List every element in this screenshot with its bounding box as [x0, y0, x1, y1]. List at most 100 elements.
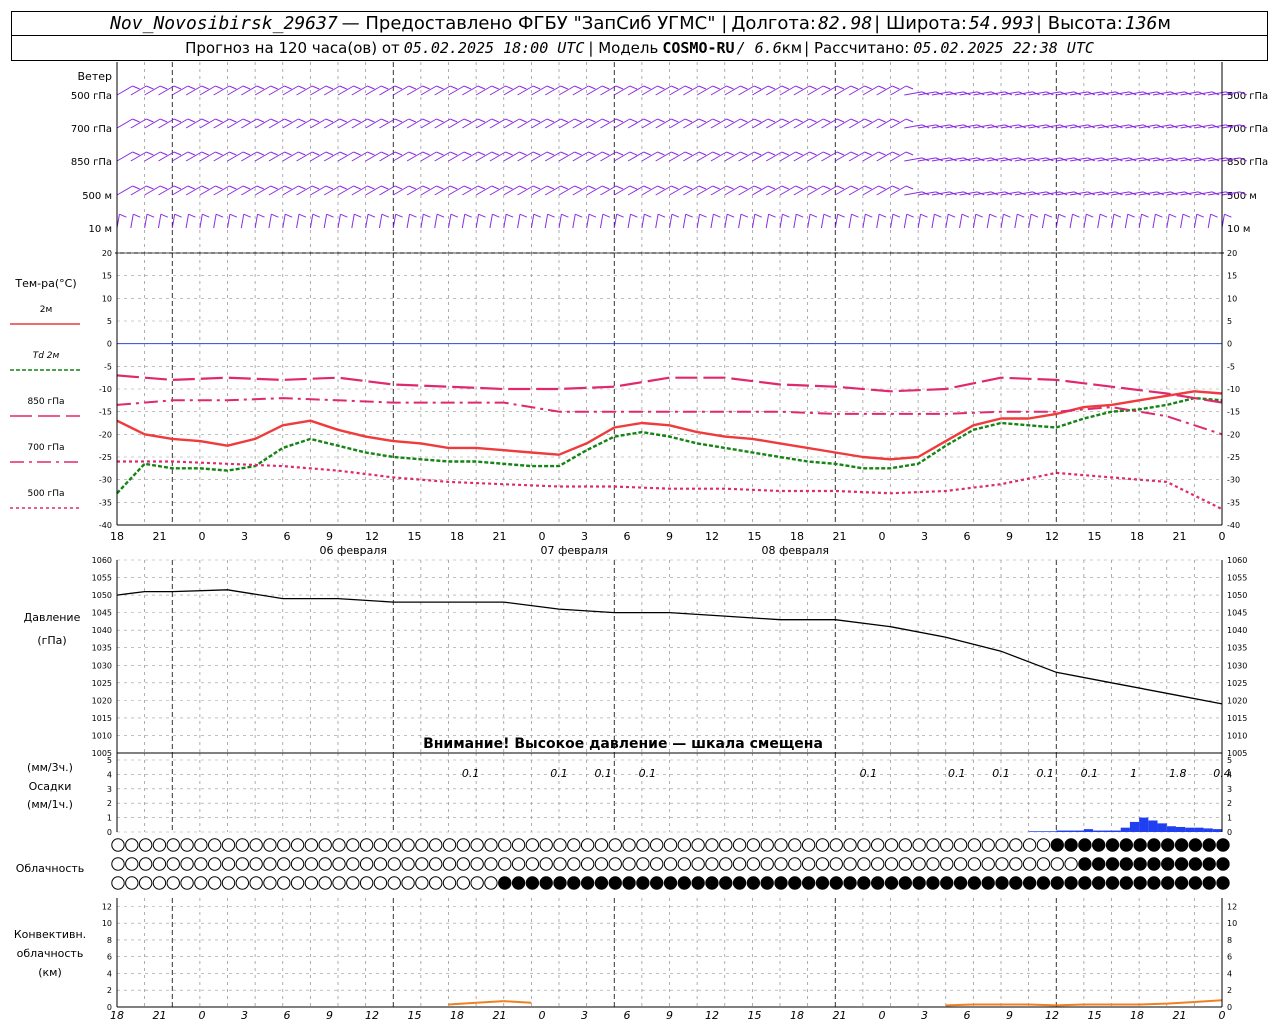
temp-tick-right: -20 [1227, 430, 1240, 439]
wind-barb [241, 151, 265, 162]
wind-barb [199, 85, 223, 96]
wind-barb-feather [795, 185, 803, 190]
wind-barb-staff [683, 85, 700, 96]
precip-tick-left: 2 [107, 799, 112, 808]
cloud-cover-symbol [636, 876, 650, 890]
wind-barb [655, 185, 679, 196]
cloud-cover-symbol [1078, 857, 1092, 871]
cloud-cover-symbol [705, 838, 719, 852]
wind-barb-feather [1072, 213, 1080, 218]
wind-barb [379, 185, 403, 196]
x-hour-label-bottom: 21 [833, 1009, 847, 1022]
wind-barb [475, 118, 499, 129]
cloud-cover-symbol [277, 838, 291, 852]
wind-barb-feather [837, 213, 845, 218]
wind-barb-staff [752, 185, 769, 196]
conv-line-segment [1056, 1003, 1084, 1007]
temp-tick-left: 10 [102, 294, 112, 303]
wind-barb [517, 213, 528, 229]
wind-barb [669, 213, 680, 229]
wind-barb-feather [298, 151, 306, 156]
wind-barb-feather [1168, 213, 1177, 218]
wind-barb-feather [173, 118, 182, 123]
temp-tick-right: -25 [1227, 453, 1240, 462]
cloud-cover-symbol [484, 876, 498, 890]
wind-barb-feather [132, 185, 140, 190]
cloud-cover-symbol [346, 876, 360, 890]
wind-barb-feather [671, 85, 679, 90]
cloud-cover-symbol [705, 857, 719, 871]
wind-barb [130, 118, 154, 129]
wind-barb-feather [270, 118, 278, 123]
wind-barb-staff [406, 118, 423, 129]
wind-barb-staff [600, 85, 617, 96]
wind-barb-feather [657, 85, 665, 90]
wind-barb [613, 185, 638, 196]
wind-barb-staff [227, 185, 244, 196]
wind-barb [752, 118, 776, 129]
wind-barb [600, 118, 624, 129]
wind-barb-staff [158, 185, 175, 196]
wind-barb-feather [588, 185, 596, 190]
wind-barb [296, 151, 320, 162]
cloud-cover-symbol [498, 838, 512, 852]
pressure-tick-left: 1030 [92, 661, 112, 670]
wind-barb-feather [284, 85, 292, 90]
wind-barb [890, 213, 901, 229]
wind-barb-staff [337, 118, 354, 129]
x-hour-label-top: 3 [241, 530, 248, 543]
wind-barb-feather [699, 213, 707, 218]
conv-line-segment [476, 1000, 504, 1004]
wind-barb-staff [351, 214, 355, 229]
wind-barb-feather [546, 185, 555, 190]
wind-barb-staff [199, 118, 216, 129]
wind-barb-feather [256, 118, 265, 123]
wind-barb [130, 185, 154, 196]
wind-barb [779, 151, 803, 162]
wind-barb-staff [876, 214, 880, 229]
wind-barb [185, 85, 209, 96]
wind-barb-feather [836, 118, 845, 123]
wind-barb [1097, 213, 1108, 229]
wind-barb [448, 85, 472, 96]
wind-barb-staff [310, 185, 327, 196]
wind-barb [1028, 213, 1039, 229]
wind-barb-staff [337, 185, 354, 196]
pressure-tick-right: 1055 [1227, 574, 1247, 583]
wind-barb [1124, 213, 1135, 229]
cloud-cover-symbol [760, 876, 774, 890]
wind-barb [406, 151, 430, 162]
wind-barb-staff [544, 185, 562, 196]
wind-barb-feather [602, 213, 611, 218]
wind-barb-staff [282, 118, 299, 129]
wind-barb [241, 185, 265, 196]
wind-barb-feather [284, 151, 292, 156]
wind-barb-staff [420, 185, 437, 196]
x-hour-label-bottom: 21 [493, 1009, 507, 1022]
wind-barb-staff [724, 85, 741, 96]
cloud-cover-symbol [649, 838, 664, 852]
wind-barb-staff [434, 151, 451, 162]
wind-barb-feather [450, 151, 458, 156]
wind-barb-staff [779, 85, 796, 96]
wind-barb-staff [365, 118, 382, 129]
wind-level-label: 500 гПа [71, 91, 112, 102]
wind-barb-feather [905, 185, 914, 190]
wind-barb-staff [558, 118, 575, 129]
wind-barb-staff [738, 214, 742, 229]
wind-barb-staff [821, 85, 838, 96]
wind-barb-staff [752, 118, 769, 129]
wind-barb [199, 213, 210, 229]
wind-barb [586, 213, 597, 229]
wind-barb-feather [367, 185, 375, 190]
wind-barb [199, 151, 223, 162]
wind-barb-staff [199, 185, 216, 196]
wind-barb-feather [657, 185, 665, 190]
wind-barb [1000, 213, 1011, 229]
cloud-cover-symbol [1022, 838, 1037, 852]
cloud-cover-symbol [318, 857, 332, 871]
wind-barb [116, 85, 140, 96]
cloud-cover-symbol [442, 876, 457, 890]
wind-barb [641, 213, 652, 229]
cloud-cover-symbol [152, 876, 167, 890]
